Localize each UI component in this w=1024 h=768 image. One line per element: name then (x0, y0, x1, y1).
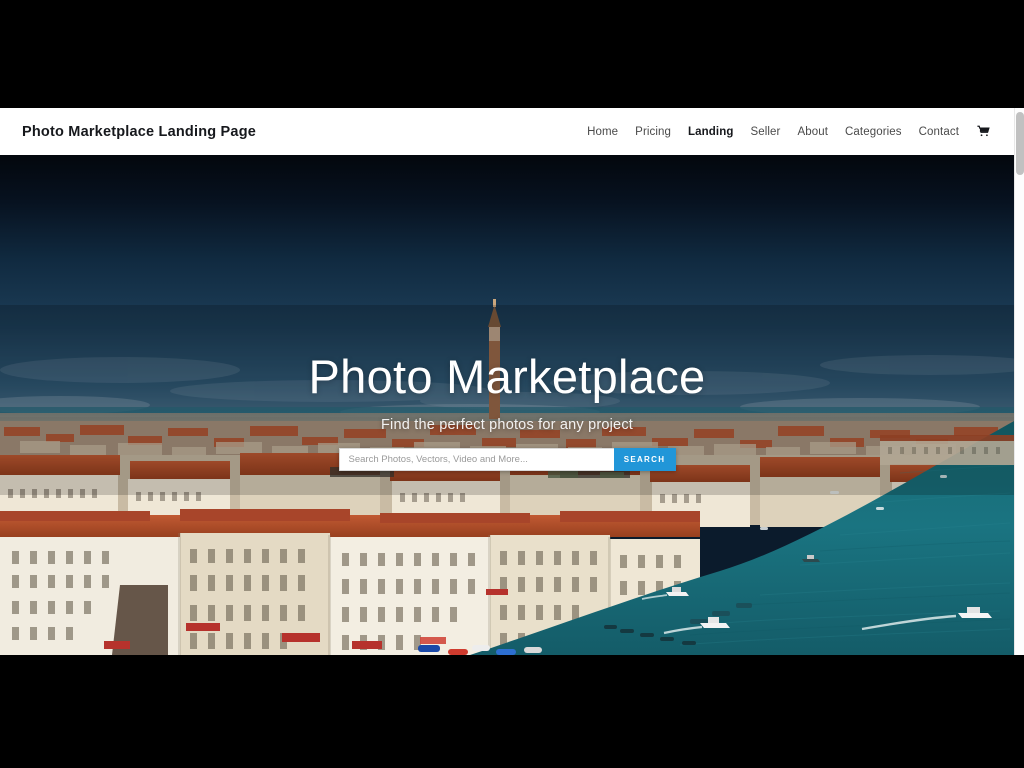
page-title: Photo Marketplace Landing Page (22, 123, 257, 140)
letterbox-top (0, 0, 1024, 108)
site-header: Photo Marketplace Landing Page Home Pric… (0, 108, 1014, 155)
shopping-cart-icon[interactable] (976, 125, 990, 139)
main-navigation: Home Pricing Landing Seller About Catego… (587, 125, 992, 139)
hero-section: Photo Marketplace Find the perfect photo… (0, 155, 1014, 655)
nav-item-contact[interactable]: Contact (919, 126, 959, 138)
hero-title: Photo Marketplace (308, 350, 706, 403)
nav-item-categories[interactable]: Categories (845, 126, 902, 138)
hero-content: Photo Marketplace Find the perfect photo… (0, 155, 1014, 655)
browser-window: Photo Marketplace Landing Page Home Pric… (0, 0, 1024, 768)
web-page-viewport: Photo Marketplace Landing Page Home Pric… (0, 108, 1024, 655)
nav-item-landing[interactable]: Landing (688, 126, 733, 138)
vertical-scrollbar[interactable] (1014, 108, 1024, 655)
nav-item-home[interactable]: Home (587, 126, 618, 138)
scrollbar-thumb[interactable] (1016, 112, 1024, 175)
search-button[interactable]: SEARCH (613, 447, 676, 471)
nav-item-about[interactable]: About (797, 126, 828, 138)
hero-subtitle: Find the perfect photos for any project (380, 416, 634, 433)
letterbox-bottom (0, 655, 1024, 768)
hero-search-bar: SEARCH (338, 447, 676, 471)
nav-item-pricing[interactable]: Pricing (635, 126, 671, 138)
search-input[interactable] (338, 447, 614, 471)
nav-item-seller[interactable]: Seller (750, 126, 780, 138)
